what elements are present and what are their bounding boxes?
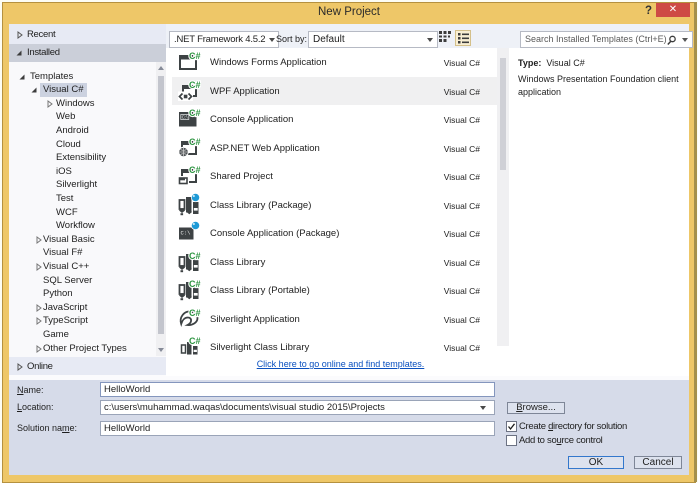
svg-text:C#: C# bbox=[189, 308, 201, 318]
svg-text:C#: C# bbox=[189, 51, 201, 61]
svg-text:C:\: C:\ bbox=[181, 230, 191, 237]
svg-text:C#: C# bbox=[189, 279, 201, 289]
svg-text:C#: C# bbox=[189, 108, 201, 118]
svg-text:C#: C# bbox=[189, 80, 201, 90]
svg-text:C#: C# bbox=[189, 165, 201, 175]
svg-text:C#: C# bbox=[189, 336, 201, 346]
svg-text:C#: C# bbox=[189, 137, 201, 147]
svg-text:C#: C# bbox=[189, 251, 201, 261]
svg-text:C:\: C:\ bbox=[182, 115, 189, 120]
